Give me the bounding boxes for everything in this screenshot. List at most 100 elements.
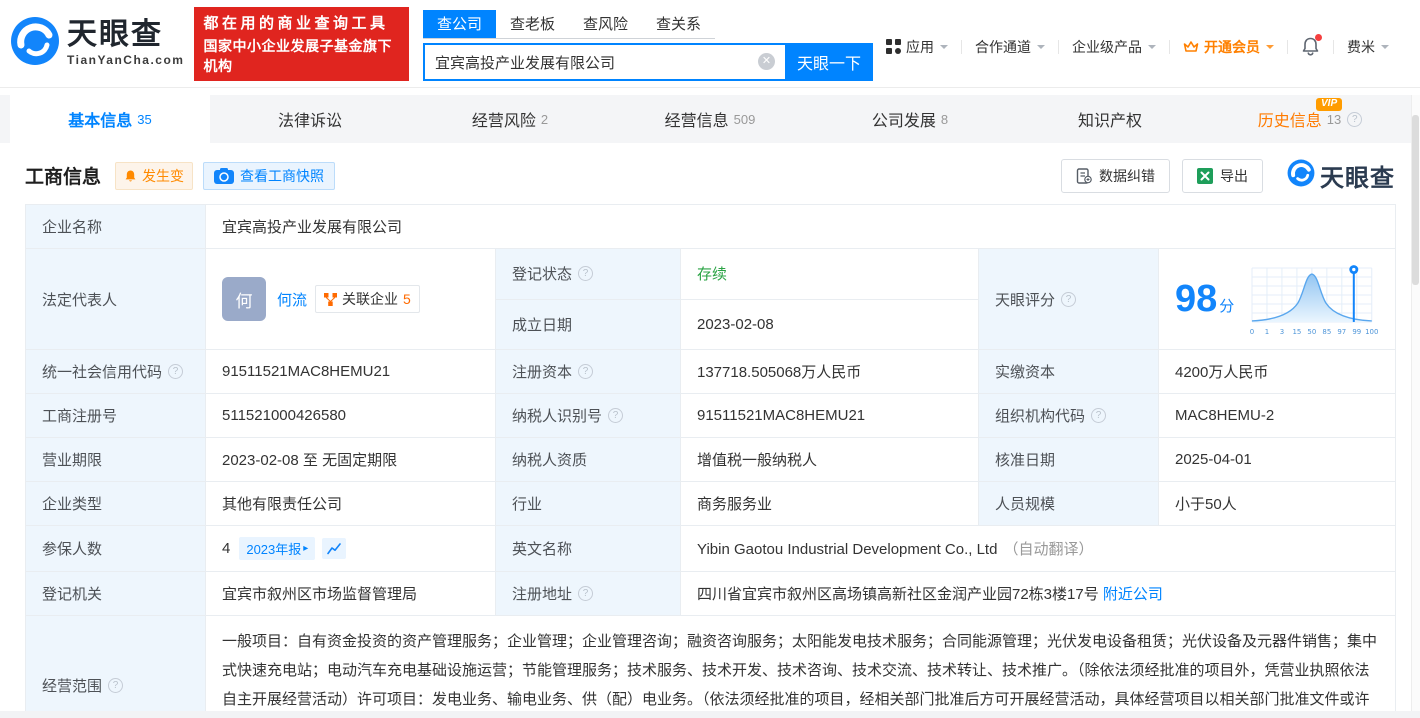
search-tab-company[interactable]: 查公司 <box>423 10 496 38</box>
export-button[interactable]: 导出 <box>1182 159 1263 193</box>
reg-capital-value: 137718.505068万人民币 <box>681 350 979 394</box>
nav-user-menu[interactable]: 费米 <box>1334 37 1402 57</box>
nav-enterprise-products[interactable]: 企业级产品 <box>1059 37 1169 57</box>
establish-date-value: 2023-02-08 <box>681 299 979 350</box>
tab-label: 经营风险 <box>472 107 536 131</box>
tab-history-info[interactable]: VIP 历史信息 13 <box>1210 95 1410 143</box>
score-cell: 98分 <box>1159 249 1396 350</box>
help-icon[interactable] <box>1347 112 1362 127</box>
english-name-cell: Yibin Gaotou Industrial Development Co.,… <box>681 526 1396 572</box>
taxpayer-id-value: 91511521MAC8HEMU21 <box>681 394 979 438</box>
score-value: 98 <box>1175 278 1217 320</box>
data-correction-button[interactable]: 数据纠错 <box>1061 159 1170 193</box>
bell-icon <box>1301 36 1320 57</box>
field-label: 组织机构代码 <box>979 394 1159 438</box>
nearby-companies-link[interactable]: 附近公司 <box>1103 586 1163 603</box>
network-icon <box>324 293 337 306</box>
tab-count: 509 <box>734 112 756 127</box>
tianyancha-swirl-icon <box>10 16 60 71</box>
vip-badge: VIP <box>1316 98 1342 111</box>
table-row: 营业期限 2023-02-08 至 无固定期限 纳税人资质 增值税一般纳税人 核… <box>26 438 1396 482</box>
table-row: 企业名称 宜宾高投产业发展有限公司 <box>26 205 1396 249</box>
tab-label: 法律诉讼 <box>278 107 342 131</box>
tab-label: 基本信息 <box>68 107 132 131</box>
search-tab-risk[interactable]: 查风险 <box>569 10 642 38</box>
help-icon[interactable] <box>578 266 593 281</box>
notification-dot <box>1315 34 1322 41</box>
org-code-value: MAC8HEMU-2 <box>1159 394 1396 438</box>
score-unit: 分 <box>1219 298 1234 315</box>
help-icon[interactable] <box>1061 292 1076 307</box>
site-header: 天眼查 TianYanCha.com 都在用的商业查询工具 国家中小企业发展子基… <box>0 0 1420 88</box>
field-label: 登记机关 <box>26 572 206 616</box>
tab-count: 8 <box>941 112 948 127</box>
tianyancha-logo[interactable]: 天眼查 TianYanCha.com <box>10 16 184 71</box>
nav-notifications[interactable] <box>1288 36 1333 57</box>
help-icon[interactable] <box>168 364 183 379</box>
svg-text:100: 100 <box>1365 328 1378 336</box>
help-icon[interactable] <box>608 408 623 423</box>
change-alert-badge[interactable]: 发生变 <box>115 162 193 190</box>
field-label: 参保人数 <box>26 526 206 572</box>
header-nav: 应用 合作通道 企业级产品 开通会员 <box>873 36 1402 57</box>
export-label: 导出 <box>1220 166 1248 186</box>
taxpayer-quality-value: 增值税一般纳税人 <box>681 438 979 482</box>
tab-legal-proceedings[interactable]: 法律诉讼 <box>210 95 410 143</box>
legal-rep-link[interactable]: 何流 <box>277 289 307 310</box>
help-icon[interactable] <box>1091 408 1106 423</box>
document-edit-icon <box>1076 168 1092 184</box>
annual-report-label: 2023年报 <box>246 539 301 558</box>
search-input[interactable] <box>423 43 785 81</box>
tab-operation-risk[interactable]: 经营风险 2 <box>410 95 610 143</box>
search-tab-boss[interactable]: 查老板 <box>496 10 569 38</box>
annual-report-badge[interactable]: 2023年报 ▸ <box>239 537 315 560</box>
paid-capital-value: 4200万人民币 <box>1159 350 1396 394</box>
svg-text:1: 1 <box>1265 328 1269 336</box>
view-snapshot-button[interactable]: 查看工商快照 <box>203 162 335 190</box>
tab-count: 35 <box>137 112 151 127</box>
nav-partner-channel[interactable]: 合作通道 <box>962 37 1058 57</box>
search-tabs: 查公司 查老板 查风险 查关系 <box>423 10 715 39</box>
related-companies-badge[interactable]: 关联企业 5 <box>315 285 420 313</box>
nav-open-vip[interactable]: 开通会员 <box>1170 37 1287 57</box>
tab-intellectual-property[interactable]: 知识产权 <box>1010 95 1210 143</box>
nav-apps[interactable]: 应用 <box>873 37 961 57</box>
help-icon[interactable] <box>578 364 593 379</box>
clear-search-icon[interactable]: ✕ <box>758 53 775 70</box>
help-icon[interactable] <box>108 678 123 693</box>
change-alert-label: 发生变 <box>142 166 184 186</box>
nav-enterprise-label: 企业级产品 <box>1072 37 1142 57</box>
field-label: 天眼评分 <box>979 249 1159 350</box>
search-tab-relation[interactable]: 查关系 <box>642 10 715 38</box>
insured-count: 4 <box>222 540 230 557</box>
help-icon[interactable] <box>578 586 593 601</box>
vertical-scrollbar[interactable] <box>1411 95 1420 718</box>
tab-business-info[interactable]: 经营信息 509 <box>610 95 810 143</box>
grid-icon <box>886 39 901 54</box>
reg-number-value: 511521000426580 <box>206 394 496 438</box>
svg-text:0: 0 <box>1250 328 1254 336</box>
tab-label: 知识产权 <box>1078 107 1142 131</box>
tab-basic-info[interactable]: 基本信息 35 <box>10 95 210 143</box>
table-row: 工商注册号 511521000426580 纳税人识别号 91511521MAC… <box>26 394 1396 438</box>
scrollbar-thumb[interactable] <box>1412 115 1419 285</box>
tab-count: 2 <box>541 112 548 127</box>
industry-value: 商务服务业 <box>681 482 979 526</box>
svg-text:15: 15 <box>1293 328 1302 336</box>
field-label: 人员规模 <box>979 482 1159 526</box>
trend-chart-icon[interactable] <box>322 538 346 559</box>
page-bottom-strip <box>0 711 1420 718</box>
field-label: 英文名称 <box>496 526 681 572</box>
related-companies-label: 关联企业 <box>342 289 398 309</box>
search-button[interactable]: 天眼一下 <box>785 43 873 81</box>
svg-text:99: 99 <box>1353 328 1362 336</box>
chevron-down-icon <box>1381 45 1389 53</box>
avatar[interactable]: 何 <box>222 277 266 321</box>
logo-title: 天眼查 <box>67 20 184 50</box>
chevron-down-icon <box>940 45 948 53</box>
business-info-section-header: 工商信息 发生变 查看工商快照 <box>0 143 1420 204</box>
table-row: 参保人数 4 2023年报 ▸ 英文名称 Yibin Gaotou Indust… <box>26 526 1396 572</box>
tab-company-development[interactable]: 公司发展 8 <box>810 95 1010 143</box>
search-block: 查公司 查老板 查风险 查关系 ✕ 天眼一下 <box>423 10 873 81</box>
nav-username: 费米 <box>1347 37 1375 57</box>
